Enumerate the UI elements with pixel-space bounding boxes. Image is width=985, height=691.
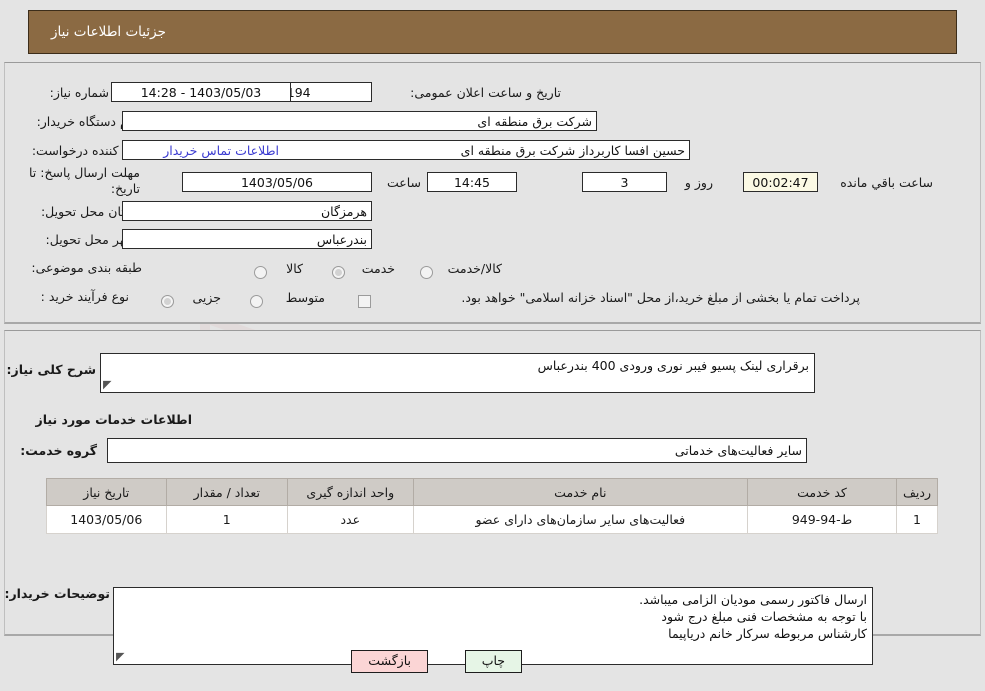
buyer-org-label: نام دستگاه خریدار:: [36, 114, 135, 129]
deadline-label: مهلت ارسال پاسخ: تا تاریخ:: [29, 165, 140, 196]
cell-need-date: 1403/05/06: [46, 505, 167, 534]
announce-datetime-value: 1403/05/03 - 14:28: [111, 82, 291, 102]
print-button[interactable]: چاپ: [464, 650, 522, 673]
service-group-value: سایر فعالیت‌های خدماتی: [107, 438, 807, 463]
page-root: Tender .net جزئیات اطلاعات نیاز شماره نی…: [0, 0, 985, 691]
radio-circle-medium[interactable]: [250, 295, 263, 308]
process-label: نوع فرآیند خرید :: [40, 289, 129, 304]
radio-category-goods[interactable]: [254, 262, 267, 281]
radio-circle-goods-service[interactable]: [420, 266, 433, 279]
radio-circle-goods[interactable]: [254, 266, 267, 279]
buyer-notes-line-1: ارسال فاکتور رسمی مودیان الزامی میباشد.: [639, 592, 867, 607]
back-button[interactable]: بازگشت: [351, 650, 428, 673]
cell-service-name: فعالیت‌های سایر سازمان‌های دارای عضو: [412, 505, 749, 534]
buyer-notes-line-2: با توجه به مشخصات فنی مبلغ درج شود: [661, 609, 867, 624]
radio-process-minor[interactable]: [161, 291, 174, 310]
col-row: ردیف: [895, 478, 939, 506]
province-value: هرمزگان: [122, 201, 372, 221]
col-quantity: تعداد / مقدار: [165, 478, 288, 506]
buyer-org-value: شرکت برق منطقه ای: [122, 111, 597, 131]
radio-circle-service[interactable]: [332, 266, 345, 279]
service-group-label: گروه خدمت:: [20, 443, 97, 458]
cell-service-code: ط-94-949: [747, 505, 897, 534]
deadline-date-value: 1403/05/06: [182, 172, 372, 192]
page-title: جزئیات اطلاعات نیاز: [51, 24, 166, 40]
province-label: استان محل تحویل:: [40, 204, 139, 219]
category-label: طبقه بندی موضوعی:: [31, 260, 142, 275]
table-row: 1 ط-94-949 فعالیت‌های سایر سازمان‌های دا…: [46, 505, 939, 534]
radio-circle-minor[interactable]: [161, 295, 174, 308]
checkbox-treasury-docs[interactable]: [358, 291, 371, 310]
checkbox-square-treasury[interactable]: [358, 295, 371, 308]
category-service-label: خدمت: [361, 261, 395, 276]
col-service-code: کد خدمت: [747, 478, 897, 506]
deadline-hour-value: 14:45: [427, 172, 517, 192]
remaining-days-value: 3: [582, 172, 667, 192]
buyer-notes-line-3: کارشناس مربوطه سرکار خانم دریاپیما: [668, 626, 867, 641]
col-need-date: تاریخ نیاز: [46, 478, 167, 506]
treasury-docs-label: پرداخت تمام یا بخشی از مبلغ خرید،از محل …: [461, 290, 860, 305]
col-service-name: نام خدمت: [412, 478, 749, 506]
buyer-notes-label: توضیحات خریدار:: [4, 586, 110, 601]
deadline-hour-label: ساعت: [386, 175, 421, 190]
general-desc-label: شرح کلی نیاز:: [6, 362, 96, 377]
process-minor-label: جزیی: [192, 290, 221, 305]
remaining-days-label: روز و: [684, 175, 713, 190]
category-goods-service-label: کالا/خدمت: [447, 261, 502, 276]
window-titlebar: جزئیات اطلاعات نیاز: [28, 10, 957, 54]
radio-category-goods-service[interactable]: [420, 262, 433, 281]
table-header-row: ردیف کد خدمت نام خدمت واحد اندازه گیری ت…: [46, 478, 939, 506]
general-desc-value: برقراری لینک پسیو فیبر نوری ورودی 400 بن…: [537, 358, 809, 373]
city-label: شهر محل تحویل:: [45, 232, 136, 247]
category-goods-label: کالا: [286, 261, 303, 276]
col-unit: واحد اندازه گیری: [286, 478, 414, 506]
countdown-timer: 00:02:47: [743, 172, 818, 192]
city-value: بندرعباس: [122, 229, 372, 249]
general-desc-textarea[interactable]: برقراری لینک پسیو فیبر نوری ورودی 400 بن…: [100, 353, 815, 393]
resize-grip-icon-notes[interactable]: ◥: [116, 650, 128, 663]
process-medium-label: متوسط: [285, 290, 325, 305]
radio-category-service[interactable]: [332, 262, 345, 281]
announce-datetime-label: تاریخ و ساعت اعلان عمومی:: [410, 85, 561, 100]
buyer-contact-link[interactable]: اطلاعات تماس خریدار: [133, 143, 279, 158]
cell-row: 1: [895, 505, 939, 534]
cell-unit: عدد: [286, 505, 414, 534]
radio-process-medium[interactable]: [250, 291, 263, 310]
need-number-label: شماره نیاز:: [49, 85, 109, 100]
countdown-label: ساعت باقي مانده: [840, 175, 933, 190]
services-heading: اطلاعات خدمات مورد نیاز: [35, 412, 193, 427]
services-table: ردیف کد خدمت نام خدمت واحد اندازه گیری ت…: [46, 478, 939, 534]
resize-grip-icon[interactable]: ◥: [103, 378, 115, 391]
cell-quantity: 1: [165, 505, 288, 534]
